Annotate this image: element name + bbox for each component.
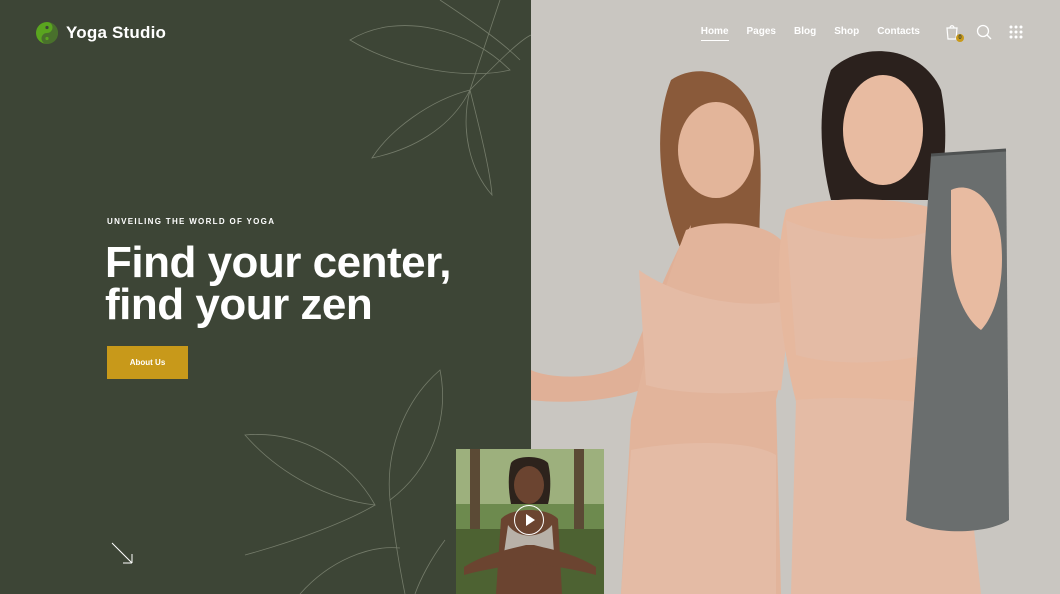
nav-item-home[interactable]: Home bbox=[700, 26, 729, 41]
main-nav: Home Pages Blog Shop Contacts bbox=[700, 26, 920, 41]
brand-logo[interactable]: Yoga Studio bbox=[36, 22, 166, 44]
about-us-button[interactable]: About Us bbox=[107, 346, 188, 379]
nav-item-shop[interactable]: Shop bbox=[834, 26, 859, 41]
headline-line-1: Find your center, bbox=[105, 238, 452, 287]
hero-photo-panel bbox=[531, 0, 1060, 594]
arrow-down-right-icon[interactable] bbox=[110, 541, 134, 565]
brand-name: Yoga Studio bbox=[66, 23, 167, 42]
two-women-yoga-photo bbox=[531, 0, 1060, 594]
play-icon[interactable] bbox=[514, 505, 544, 535]
nav-item-contacts[interactable]: Contacts bbox=[877, 26, 920, 41]
yin-yang-logo-icon bbox=[36, 22, 58, 44]
nav-item-blog[interactable]: Blog bbox=[794, 26, 816, 41]
cart-count-badge: 0 bbox=[956, 34, 964, 42]
grid-menu-icon[interactable] bbox=[1008, 24, 1024, 40]
hero-eyebrow: UNVEILING THE WORLD OF YOGA bbox=[107, 217, 276, 226]
nav-item-pages[interactable]: Pages bbox=[747, 26, 776, 41]
hero-left-panel: Yoga Studio UNVEILING THE WORLD OF YOGA … bbox=[0, 0, 531, 594]
headline-line-2: find your zen bbox=[105, 280, 373, 329]
search-icon[interactable] bbox=[976, 24, 992, 40]
video-thumbnail[interactable] bbox=[456, 449, 604, 594]
cart-icon[interactable]: 0 bbox=[944, 24, 964, 42]
header-icons: 0 bbox=[944, 24, 1024, 42]
hero-headline: Find your center, find your zen bbox=[105, 238, 525, 329]
